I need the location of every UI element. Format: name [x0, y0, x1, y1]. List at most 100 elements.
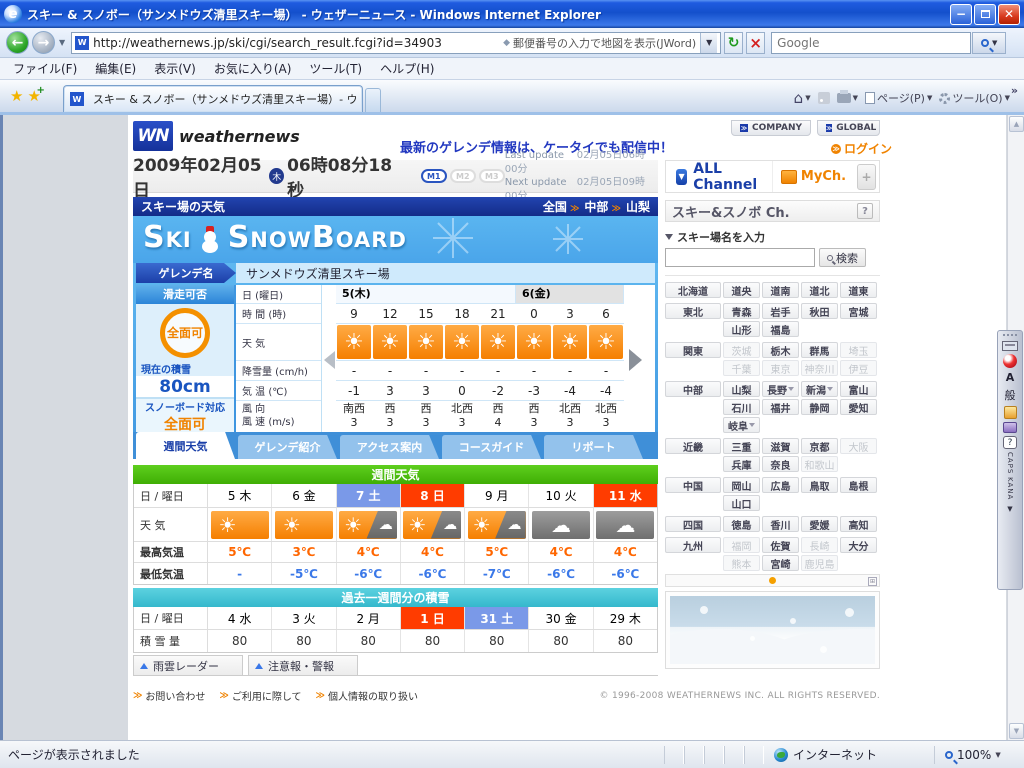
- browser-tab[interactable]: W スキー & スノボー（サンメドウズ清里スキー場）- ウェザー...: [62, 85, 363, 112]
- breadcrumb-item[interactable]: 山梨: [626, 198, 650, 215]
- pref-button-道東[interactable]: 道東: [840, 282, 877, 298]
- tab-週間天気[interactable]: 週間天気: [136, 432, 235, 459]
- pref-button-岩手[interactable]: 岩手: [762, 303, 799, 319]
- pref-button-秋田[interactable]: 秋田: [801, 303, 838, 319]
- pref-button-石川[interactable]: 石川: [723, 399, 760, 415]
- menu-item[interactable]: ヘルプ(H): [371, 57, 443, 80]
- mode-button-m2[interactable]: M2: [449, 169, 476, 183]
- pref-button-島根[interactable]: 島根: [840, 477, 877, 493]
- scroll-left-button[interactable]: [322, 285, 336, 434]
- back-button[interactable]: ←: [6, 31, 29, 54]
- pref-button-山形[interactable]: 山形: [723, 321, 760, 337]
- region-button-近畿[interactable]: 近畿: [665, 438, 721, 454]
- pref-button-青森[interactable]: 青森: [723, 303, 760, 319]
- pref-button-奈良[interactable]: 奈良: [762, 456, 799, 472]
- all-channel-button[interactable]: ▼ ALL Channel: [666, 161, 772, 193]
- breadcrumb-item[interactable]: 全国 ≫: [543, 198, 580, 215]
- add-favorite-button[interactable]: ★: [27, 85, 45, 105]
- page-menu-button[interactable]: ページ(P) ▼: [864, 90, 932, 106]
- region-button-関東[interactable]: 関東: [665, 342, 721, 358]
- resort-search-input[interactable]: [665, 248, 815, 267]
- pref-button-兵庫[interactable]: 兵庫: [723, 456, 760, 472]
- pref-button-栃木[interactable]: 栃木: [762, 342, 799, 358]
- pref-button-道南[interactable]: 道南: [762, 282, 799, 298]
- pref-button-富山[interactable]: 富山: [840, 381, 877, 397]
- ime-pad-icon[interactable]: [1003, 406, 1017, 419]
- tab-リポート[interactable]: リポート: [544, 435, 643, 459]
- history-dropdown[interactable]: ▼: [59, 38, 65, 47]
- url-input[interactable]: [93, 35, 504, 50]
- pref-button-岐阜[interactable]: 岐阜: [723, 417, 760, 433]
- caps-indicator[interactable]: CAPS: [1006, 452, 1014, 474]
- keyboard-icon[interactable]: [1002, 341, 1018, 351]
- ime-grip-handle[interactable]: [1003, 334, 1017, 338]
- pref-button-宮崎[interactable]: 宮崎: [762, 555, 799, 571]
- ime-help-button[interactable]: ?: [1003, 436, 1017, 449]
- pager-dot-icon[interactable]: [769, 577, 776, 584]
- pref-button-香川[interactable]: 香川: [762, 516, 799, 532]
- ime-language-bar[interactable]: A 般 ? CAPS KANA ▼: [997, 330, 1023, 590]
- restore-button[interactable]: [974, 3, 996, 25]
- expand-icon[interactable]: ⊞: [868, 577, 877, 586]
- home-button[interactable]: ⌂ ▼: [794, 89, 811, 107]
- ime-mode-ball-icon[interactable]: [1003, 354, 1017, 368]
- pref-button-福井[interactable]: 福井: [762, 399, 799, 415]
- button-注意報・警報[interactable]: 注意報・警報: [248, 655, 358, 675]
- mode-button-m3[interactable]: M3: [478, 169, 505, 183]
- pref-button-道北[interactable]: 道北: [801, 282, 838, 298]
- pref-button-静岡[interactable]: 静岡: [801, 399, 838, 415]
- pref-button-道央[interactable]: 道央: [723, 282, 760, 298]
- search-box[interactable]: [771, 31, 972, 54]
- zoom-control[interactable]: 100% ▼: [934, 745, 1024, 764]
- company-button[interactable]: ≫ COMPANY: [731, 120, 811, 136]
- region-button-東北[interactable]: 東北: [665, 303, 721, 319]
- weathernews-logo[interactable]: WN weathernews: [133, 121, 300, 151]
- menu-item[interactable]: 編集(E): [86, 57, 145, 80]
- region-button-四国[interactable]: 四国: [665, 516, 721, 532]
- scroll-right-button[interactable]: [624, 285, 646, 434]
- mych-button[interactable]: MyCh.: [771, 161, 854, 192]
- menu-item[interactable]: ツール(T): [300, 57, 371, 80]
- region-button-北海道[interactable]: 北海道: [665, 282, 721, 298]
- pref-button-群馬[interactable]: 群馬: [801, 342, 838, 358]
- pref-button-鳥取[interactable]: 鳥取: [801, 477, 838, 493]
- global-button[interactable]: ≫ GLOBAL: [817, 120, 880, 136]
- feeds-button[interactable]: [817, 92, 830, 104]
- mode-button-m1[interactable]: M1: [420, 169, 447, 183]
- pref-button-高知[interactable]: 高知: [840, 516, 877, 532]
- pref-button-徳島[interactable]: 徳島: [723, 516, 760, 532]
- tab-アクセス案内[interactable]: アクセス案内: [340, 435, 439, 459]
- print-button[interactable]: ▼: [836, 90, 858, 103]
- ime-input-mode-button[interactable]: A: [1006, 371, 1015, 384]
- stop-button[interactable]: ×: [746, 31, 766, 54]
- scroll-down-button[interactable]: ▼: [1009, 723, 1024, 739]
- pref-button-三重[interactable]: 三重: [723, 438, 760, 454]
- region-button-中国[interactable]: 中国: [665, 477, 721, 493]
- search-go-button[interactable]: ▼: [972, 31, 1007, 54]
- region-button-九州[interactable]: 九州: [665, 537, 721, 553]
- forward-button[interactable]: →: [32, 31, 55, 54]
- pref-button-福島[interactable]: 福島: [762, 321, 799, 337]
- search-input[interactable]: [772, 35, 971, 50]
- tab-コースガイド[interactable]: コースガイド: [442, 435, 541, 459]
- resort-search-button[interactable]: 検索: [819, 248, 866, 267]
- minimize-button[interactable]: −: [950, 3, 972, 25]
- help-button[interactable]: ?: [857, 203, 873, 219]
- new-tab-stub[interactable]: [364, 88, 381, 112]
- pref-button-新潟[interactable]: 新潟: [801, 381, 838, 397]
- footer-link[interactable]: ≫ ご利用に際して: [219, 688, 301, 704]
- pref-button-愛知[interactable]: 愛知: [840, 399, 877, 415]
- pref-button-京都[interactable]: 京都: [801, 438, 838, 454]
- scroll-up-button[interactable]: ▲: [1009, 116, 1024, 132]
- breadcrumb-item[interactable]: 中部 ≫: [584, 198, 621, 215]
- pref-button-佐賀[interactable]: 佐賀: [762, 537, 799, 553]
- pref-button-広島[interactable]: 広島: [762, 477, 799, 493]
- address-bar[interactable]: W ◆郵便番号の入力で地図を表示(JWord) ▼: [71, 31, 722, 54]
- footer-link[interactable]: ≫ 個人情報の取り扱い: [316, 688, 418, 704]
- pref-button-愛媛[interactable]: 愛媛: [801, 516, 838, 532]
- pref-button-大分[interactable]: 大分: [840, 537, 877, 553]
- kana-indicator[interactable]: KANA: [1006, 477, 1014, 500]
- ime-conversion-mode-button[interactable]: 般: [1005, 387, 1016, 403]
- menu-item[interactable]: お気に入り(A): [205, 57, 301, 80]
- pref-button-山口[interactable]: 山口: [723, 495, 760, 511]
